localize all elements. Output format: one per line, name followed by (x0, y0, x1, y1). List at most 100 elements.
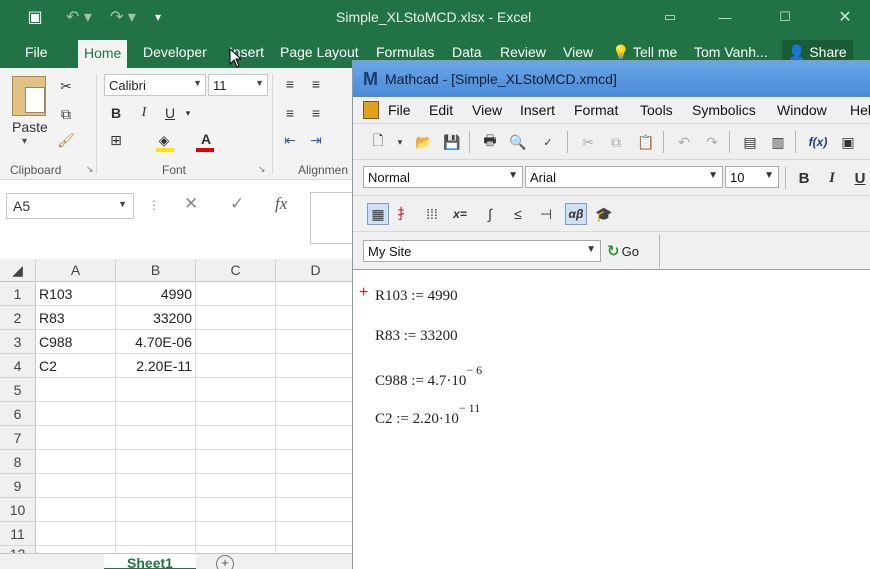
select-all-corner[interactable]: ◢ (0, 259, 36, 282)
menu-edit[interactable]: Edit (429, 102, 453, 118)
programming-icon[interactable]: ⊣ (535, 203, 557, 225)
underline-button[interactable]: U (160, 103, 180, 123)
insert-unit-icon[interactable]: ▣ (837, 131, 859, 153)
math-region-c988[interactable]: C988 := 4.7·10− 6 (375, 363, 482, 390)
math-region-c2[interactable]: C2 := 2.20·10− 11 (375, 401, 480, 428)
paste-label[interactable]: Paste (12, 119, 48, 135)
menu-symbolics[interactable]: Symbolics (692, 102, 756, 118)
tab-review[interactable]: Review (500, 44, 546, 60)
tab-data[interactable]: Data (452, 44, 482, 60)
redo-icon[interactable]: ↷ (701, 131, 723, 153)
tab-view[interactable]: View (563, 44, 593, 60)
greek-icon[interactable]: αβ (565, 203, 587, 225)
cell-a2[interactable]: R83 (36, 306, 116, 330)
copy-icon[interactable]: ⧉ (605, 131, 627, 153)
close-icon[interactable]: ✕ (830, 6, 860, 28)
increase-indent-icon[interactable]: ⇥ (306, 130, 326, 150)
menu-help[interactable]: Hel (850, 102, 870, 118)
italic-button[interactable]: I (821, 167, 843, 189)
column-header-b[interactable]: B (116, 259, 196, 282)
ribbon-display-icon[interactable]: ▭ (655, 6, 685, 28)
cut-icon[interactable]: ✂ (56, 76, 76, 96)
font-name-select[interactable]: Calibri ▼ (104, 74, 206, 96)
undo-icon[interactable]: ↶ ▾ (60, 6, 98, 28)
row-header[interactable]: 4 (0, 354, 36, 378)
symbolic-icon[interactable]: 🎓 (593, 203, 615, 225)
sheet-tab-sheet1[interactable]: Sheet1 (104, 554, 196, 569)
calculus-icon[interactable]: ∫ (479, 203, 501, 225)
document-icon[interactable] (363, 101, 379, 119)
insert-function-icon[interactable]: fx (275, 194, 287, 214)
paste-icon[interactable]: 📋 (635, 131, 657, 153)
tab-developer[interactable]: Developer (143, 44, 207, 60)
bold-button[interactable]: B (106, 103, 126, 123)
go-button[interactable]: ↻ Go (607, 240, 639, 262)
bold-button[interactable]: B (793, 167, 815, 189)
style-select[interactable]: Normal ▼ (363, 166, 523, 188)
minimize-icon[interactable]: — (710, 6, 740, 28)
cut-icon[interactable]: ✂ (577, 131, 599, 153)
underline-button[interactable]: U (849, 167, 870, 189)
customize-qat-icon[interactable]: ▾ (148, 6, 168, 28)
fill-color-icon[interactable]: ◈ (154, 130, 174, 150)
add-sheet-icon[interactable]: + (216, 555, 234, 569)
font-select[interactable]: Arial ▼ (525, 166, 723, 188)
font-color-icon[interactable]: A (196, 129, 216, 149)
align-center-icon[interactable]: ≡ (306, 103, 326, 123)
print-preview-icon[interactable]: 🔍 (507, 131, 529, 153)
math-region-r83[interactable]: R83 := 33200 (375, 328, 458, 345)
row-header[interactable]: 11 (0, 522, 36, 546)
cell-b4[interactable]: 2.20E-11 (116, 354, 196, 378)
tab-formulas[interactable]: Formulas (376, 44, 434, 60)
menu-view[interactable]: View (472, 102, 502, 118)
insert-function-icon[interactable]: f(x) (807, 131, 829, 153)
cell-b1[interactable]: 4990 (116, 282, 196, 306)
font-size-select[interactable]: 10 ▼ (725, 166, 779, 188)
format-painter-icon[interactable]: 🖌 (56, 130, 76, 150)
menu-file[interactable]: File (388, 102, 411, 118)
menu-insert[interactable]: Insert (520, 102, 555, 118)
align-middle-icon[interactable]: ≡ (306, 74, 326, 94)
font-size-select[interactable]: 11 ▼ (208, 74, 268, 96)
print-icon[interactable]: 🖶 (479, 131, 501, 153)
row-header[interactable]: 6 (0, 402, 36, 426)
menu-tools[interactable]: Tools (640, 102, 673, 118)
align-left-icon[interactable]: ≡ (280, 103, 300, 123)
column-header-d[interactable]: D (276, 259, 356, 282)
undo-icon[interactable]: ↶ (673, 131, 695, 153)
redo-icon[interactable]: ↷ ▾ (104, 6, 142, 28)
paste-dropdown-icon[interactable]: ▾ (22, 136, 27, 147)
cell-a1[interactable]: R103 (36, 282, 116, 306)
enter-icon[interactable]: ✓ (230, 194, 244, 214)
cell-b3[interactable]: 4.70E-06 (116, 330, 196, 354)
cell-b2[interactable]: 33200 (116, 306, 196, 330)
save-icon[interactable]: ▣ (24, 6, 46, 28)
maximize-icon[interactable]: ☐ (770, 6, 800, 28)
open-folder-icon[interactable]: 📂 (413, 131, 435, 153)
row-header[interactable]: 10 (0, 498, 36, 522)
cancel-icon[interactable]: ✕ (184, 194, 198, 214)
paste-icon[interactable] (12, 76, 46, 116)
tell-me-search[interactable]: Tell me (633, 44, 677, 60)
italic-button[interactable]: I (134, 103, 154, 123)
calculator-icon[interactable]: ▦ (367, 203, 389, 225)
menu-format[interactable]: Format (574, 102, 618, 118)
row-header[interactable]: 1 (0, 282, 36, 306)
column-header-c[interactable]: C (196, 259, 276, 282)
align-across-icon[interactable]: ▤ (739, 131, 761, 153)
underline-dropdown-icon[interactable]: ▾ (178, 103, 198, 123)
formula-bar-drag-icon[interactable]: ⋮ (148, 198, 160, 212)
boolean-icon[interactable]: ≤ (507, 203, 529, 225)
row-header[interactable]: 9 (0, 474, 36, 498)
save-icon[interactable]: 💾 (441, 131, 463, 153)
align-top-icon[interactable]: ≡ (280, 74, 300, 94)
name-box[interactable]: A5 ▼ (6, 193, 134, 219)
copy-icon[interactable]: ⧉ (56, 104, 76, 124)
graph-icon[interactable]: ⺘ (393, 203, 415, 225)
new-document-icon[interactable]: 🗋 (367, 131, 389, 153)
row-header[interactable]: 2 (0, 306, 36, 330)
evaluation-icon[interactable]: x= (449, 203, 471, 225)
matrix-icon[interactable]: ⁞⁞⁞ (421, 203, 443, 225)
tab-page-layout[interactable]: Page Layout (280, 44, 359, 60)
column-header-a[interactable]: A (36, 259, 116, 282)
